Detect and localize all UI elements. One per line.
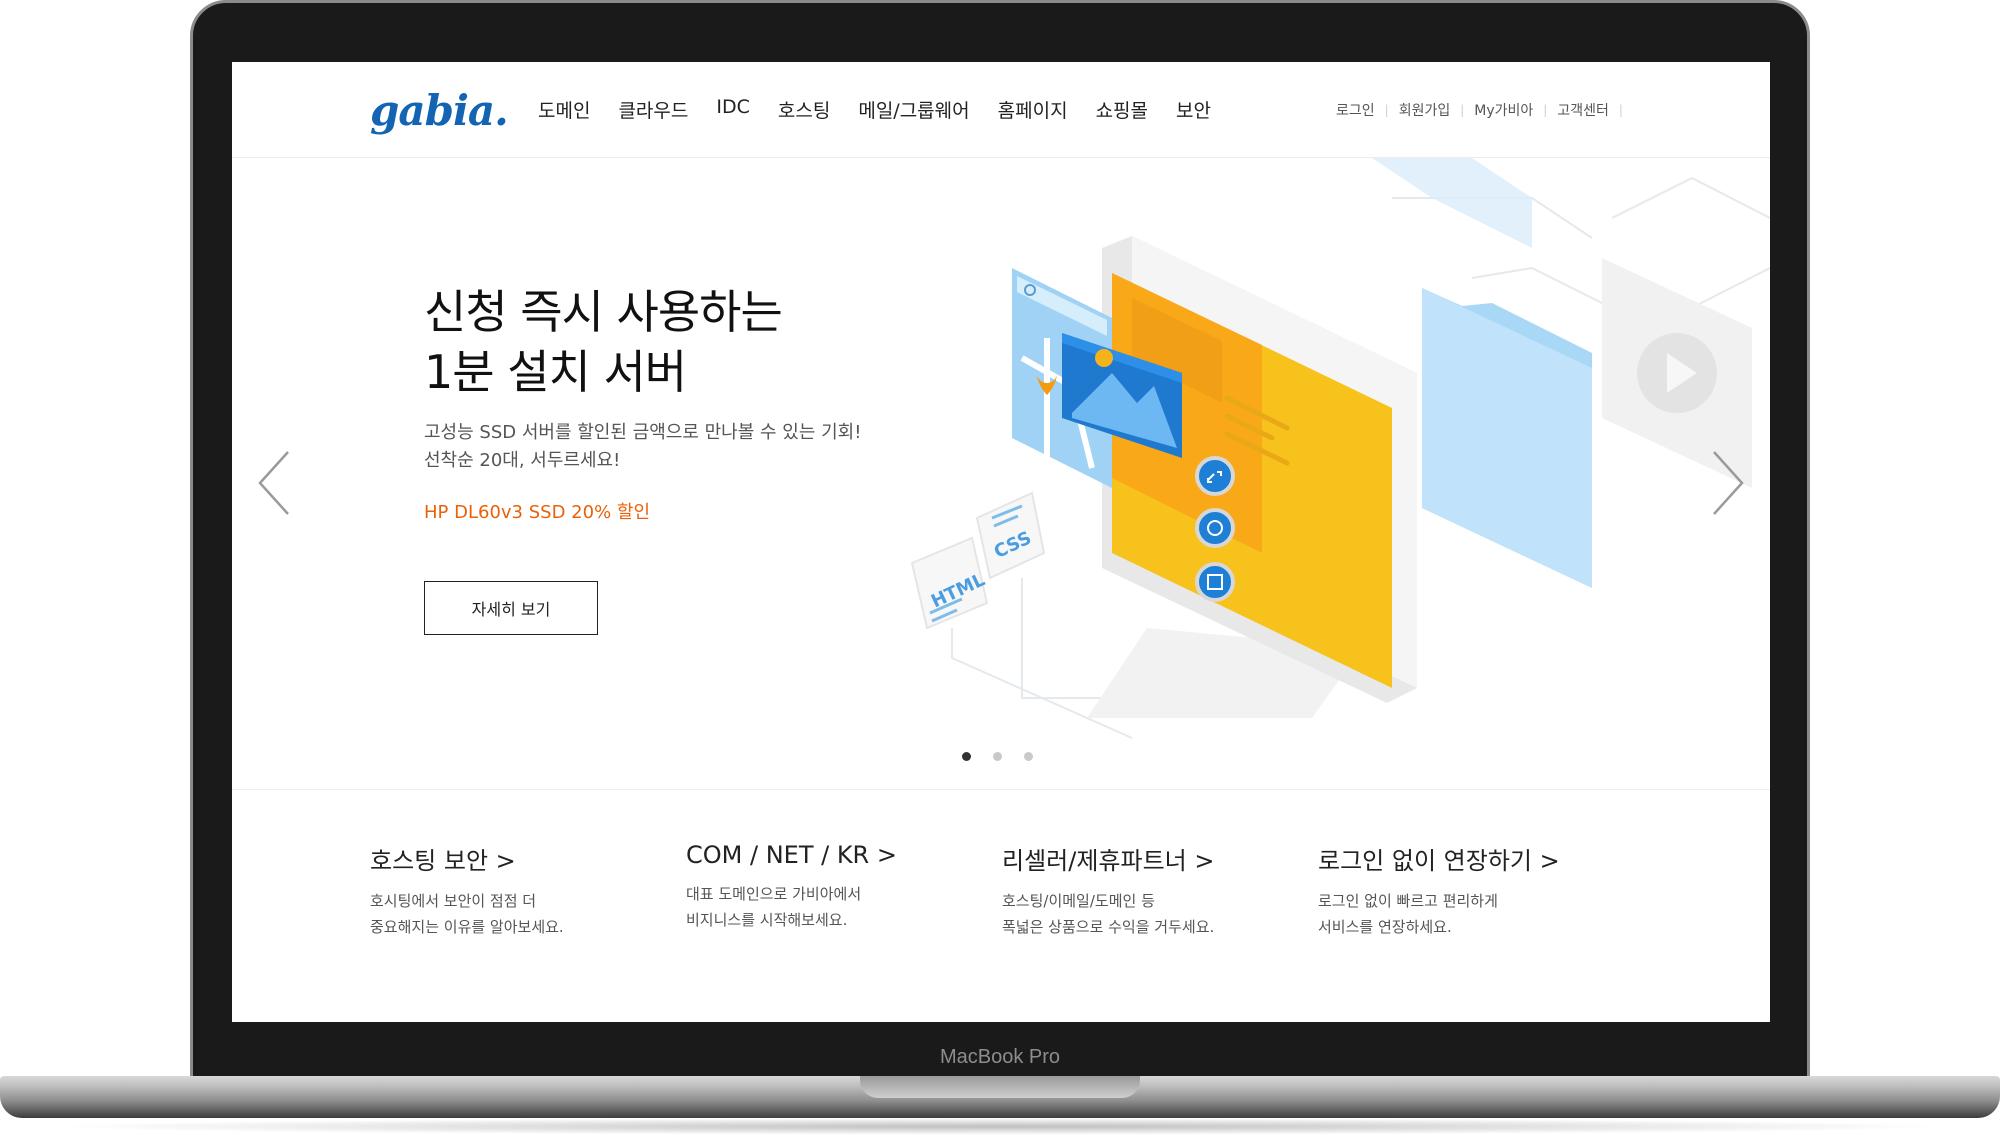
- hero-banner: HTML CSS 신청 즉시 사용하는 1분 설치 서버 고성능 SSD 서버를…: [232, 158, 1770, 790]
- quick-link-domains[interactable]: COM / NET / KR > 대표 도메인으로 가비아에서 비지니스를 시작…: [686, 841, 986, 933]
- nav-hosting[interactable]: 호스팅: [778, 96, 830, 123]
- slide-dot-1[interactable]: [962, 752, 971, 761]
- slide-dot-2[interactable]: [993, 752, 1002, 761]
- quick-link-desc: 호스팅/이메일/도메인 등 폭넓은 상품으로 수익을 거두세요.: [1002, 888, 1302, 940]
- nav-homepage[interactable]: 홈페이지: [998, 96, 1068, 123]
- util-divider: |: [1618, 103, 1623, 117]
- quick-link-desc-line: 비지니스를 시작해보세요.: [686, 911, 848, 929]
- nav-cloud[interactable]: 클라우드: [618, 96, 688, 123]
- quick-link-desc-line: 서비스를 연장하세요.: [1318, 918, 1452, 936]
- site-header: gabia. 도메인 클라우드 IDC 호스팅 메일/그룹웨어 홈페이지 쇼핑몰…: [232, 62, 1770, 158]
- customer-center-link[interactable]: 고객센터: [1557, 100, 1609, 120]
- my-gabia-link[interactable]: My가비아: [1474, 100, 1533, 120]
- util-divider: |: [1460, 103, 1465, 117]
- nav-shopping-mall[interactable]: 쇼핑몰: [1096, 96, 1148, 123]
- quick-link-title: 리셀러/제휴파트너 >: [1002, 847, 1215, 875]
- quick-link-title: 로그인 없이 연장하기 >: [1318, 847, 1560, 875]
- hero-desc-line-1: 고성능 SSD 서버를 할인된 금액으로 만나볼 수 있는 기회!: [424, 422, 862, 443]
- hero-title-line-2: 1분 설치 서버: [424, 345, 687, 399]
- prev-slide-arrow[interactable]: [256, 448, 296, 518]
- nav-domain[interactable]: 도메인: [538, 96, 590, 123]
- util-divider: |: [1384, 103, 1389, 117]
- hero-description: 고성능 SSD 서버를 할인된 금액으로 만나볼 수 있는 기회! 선착순 20…: [424, 419, 861, 475]
- main-nav: 도메인 클라우드 IDC 호스팅 메일/그룹웨어 홈페이지 쇼핑몰 보안: [538, 96, 1239, 123]
- utility-menu: 로그인 | 회원가입 | My가비아 | 고객센터 |: [1336, 100, 1633, 120]
- gabia-logo[interactable]: gabia.: [370, 86, 509, 135]
- learn-more-button[interactable]: 자세히 보기: [424, 581, 598, 635]
- login-link[interactable]: 로그인: [1336, 100, 1375, 120]
- hero-title: 신청 즉시 사용하는 1분 설치 서버: [424, 282, 783, 402]
- quick-link-desc: 로그인 없이 빠르고 편리하게 서비스를 연장하세요.: [1318, 888, 1618, 940]
- slide-pagination: [962, 752, 1033, 761]
- quick-link-desc-line: 로그인 없이 빠르고 편리하게: [1318, 892, 1498, 910]
- util-divider: |: [1543, 103, 1548, 117]
- quick-link-hosting-security[interactable]: 호스팅 보안 > 호시팅에서 보안이 점점 더 중요해지는 이유를 알아보세요.: [370, 841, 670, 940]
- laptop-notch: [860, 1076, 1140, 1098]
- laptop-shadow: [40, 1118, 1960, 1135]
- quick-link-reseller[interactable]: 리셀러/제휴파트너 > 호스팅/이메일/도메인 등 폭넓은 상품으로 수익을 거…: [1002, 841, 1302, 940]
- quick-link-title: 호스팅 보안 >: [370, 847, 516, 875]
- hero-promo-text: HP DL60v3 SSD 20% 할인: [424, 502, 651, 523]
- quick-link-desc-line: 호시팅에서 보안이 점점 더: [370, 892, 537, 910]
- device-label: MacBook Pro: [939, 1046, 1061, 1068]
- hero-desc-line-2: 선착순 20대, 서두르세요!: [424, 450, 621, 471]
- next-slide-arrow[interactable]: [1706, 448, 1746, 518]
- server-illustration: HTML CSS: [910, 158, 1770, 739]
- nav-security[interactable]: 보안: [1176, 96, 1211, 123]
- nav-mail-groupware[interactable]: 메일/그룹웨어: [858, 96, 969, 123]
- quick-link-desc-line: 호스팅/이메일/도메인 등: [1002, 892, 1155, 910]
- nav-idc[interactable]: IDC: [716, 96, 750, 123]
- quick-link-desc: 대표 도메인으로 가비아에서 비지니스를 시작해보세요.: [686, 881, 986, 933]
- quick-link-desc-line: 대표 도메인으로 가비아에서: [686, 885, 862, 903]
- slide-dot-3[interactable]: [1024, 752, 1033, 761]
- quick-link-desc: 호시팅에서 보안이 점점 더 중요해지는 이유를 알아보세요.: [370, 888, 670, 940]
- browser-screen: gabia. 도메인 클라우드 IDC 호스팅 메일/그룹웨어 홈페이지 쇼핑몰…: [232, 62, 1770, 1022]
- quick-link-desc-line: 중요해지는 이유를 알아보세요.: [370, 918, 564, 936]
- quick-link-title: COM / NET / KR >: [686, 841, 897, 869]
- quick-link-renew[interactable]: 로그인 없이 연장하기 > 로그인 없이 빠르고 편리하게 서비스를 연장하세요…: [1318, 841, 1618, 940]
- signup-link[interactable]: 회원가입: [1399, 100, 1451, 120]
- hero-title-line-1: 신청 즉시 사용하는: [424, 285, 783, 339]
- quick-link-desc-line: 폭넓은 상품으로 수익을 거두세요.: [1002, 918, 1215, 936]
- quick-links: 호스팅 보안 > 호시팅에서 보안이 점점 더 중요해지는 이유를 알아보세요.…: [232, 791, 1770, 1022]
